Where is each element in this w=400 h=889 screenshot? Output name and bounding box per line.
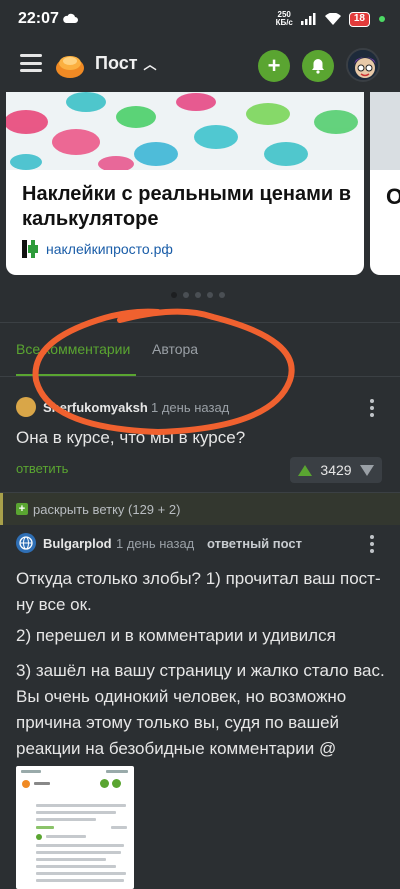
expand-thread-label: раскрыть ветку (129 + 2) [33,502,181,517]
annotation-circle-drawing [32,308,295,436]
comment-username[interactable]: Bulgarplod [43,536,112,551]
carousel-dot[interactable] [219,292,225,298]
reply-button[interactable]: ответить [16,461,68,476]
carousel-dot[interactable] [195,292,201,298]
status-time: 22:07 [18,10,59,27]
upvote-icon[interactable] [298,464,312,476]
comment-score: 3429 [320,462,352,478]
downvote-icon[interactable] [360,464,374,476]
comment-time[interactable]: 1 день назад [116,536,194,551]
chevron-up-icon: ︿ [143,57,157,72]
more-options-icon[interactable] [370,399,374,417]
thread-bar [0,493,3,525]
add-post-button[interactable]: + [258,50,290,82]
promo-image [6,92,364,170]
promo-card[interactable]: Наклейки с реальными ценами в калькулято… [6,92,364,275]
promo-url[interactable]: наклейкипросто.рф [46,241,173,257]
more-options-icon[interactable] [370,535,374,553]
comment-avatar[interactable] [16,533,36,553]
status-indicators: 250 КБ/с 18 [276,11,386,27]
plus-icon: + [16,503,28,515]
signal-icon [300,13,316,25]
globe-icon [19,536,33,550]
cloud-icon [63,13,78,23]
carousel-dot[interactable] [207,292,213,298]
comment-paragraph: Откуда столько злобы? 1) прочитал ваш по… [16,569,381,614]
next-promo-title: О [386,184,400,209]
comment-paragraph: 3) зашёл на вашу страницу и жалко стало … [16,661,385,758]
site-logo-icon [22,240,38,258]
app-header: Пост ︿ + [0,38,400,92]
carousel-dot[interactable] [183,292,189,298]
next-promo-image [370,92,400,170]
comment-screenshot-image[interactable] [16,766,134,889]
user-avatar[interactable] [346,48,380,82]
wifi-icon [324,13,341,25]
notifications-button[interactable] [302,50,334,82]
carousel-dot[interactable] [171,292,177,298]
vote-control: 3429 [290,457,382,483]
carousel-dots[interactable] [171,292,225,298]
charging-dot-icon [379,16,385,22]
next-promo-card[interactable]: О [370,92,400,275]
status-bar: 22:07 250 КБ/с 18 [0,0,400,38]
menu-icon[interactable] [20,54,42,72]
promo-source[interactable]: наклейкипросто.рф [22,240,173,258]
logo-icon [56,56,84,78]
page-title[interactable]: Пост ︿ [95,53,157,74]
reply-post-badge[interactable]: ответный пост [207,536,302,551]
net-speed: 250 КБ/с [275,10,293,27]
bell-icon [312,59,324,74]
avatar-icon [348,50,378,80]
promo-title: Наклейки с реальными ценами в калькулято… [22,183,352,230]
expand-thread-button[interactable]: + раскрыть ветку (129 + 2) [0,493,400,525]
comment-paragraph: 2) перешел и в комментарии и удивился [16,626,336,645]
battery-icon: 18 [348,11,370,27]
